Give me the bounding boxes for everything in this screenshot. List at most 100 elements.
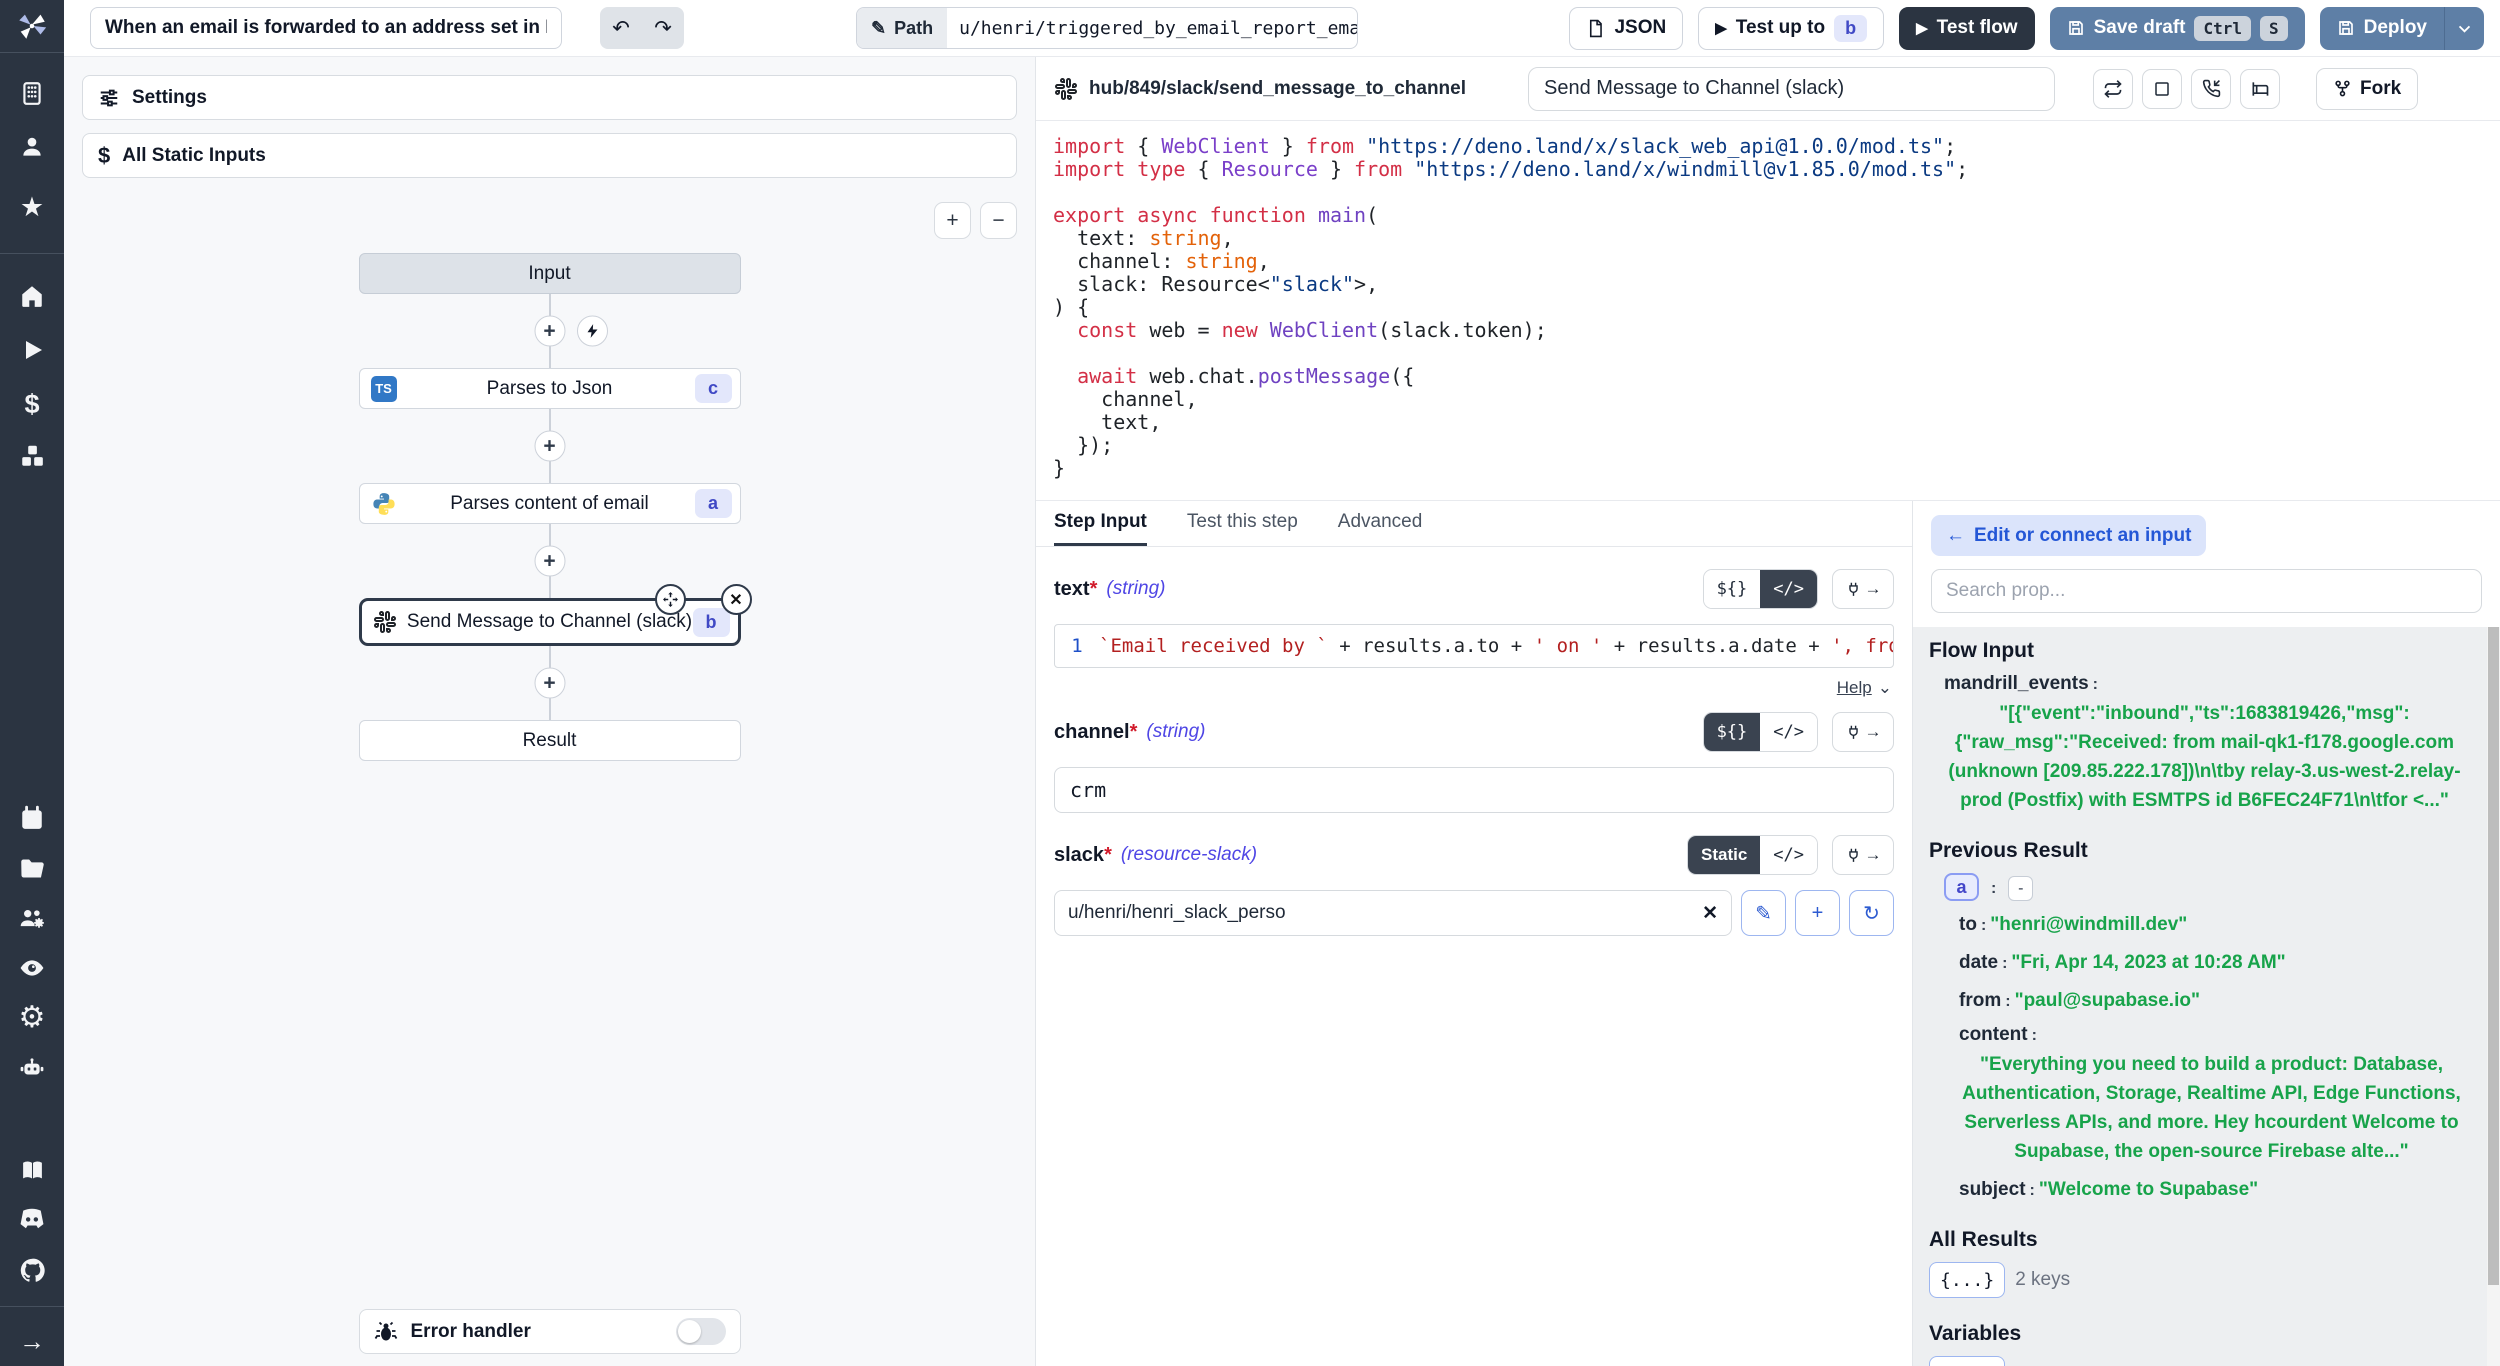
undo-button[interactable]: ↶	[600, 7, 642, 49]
prop-panel-scrollbar[interactable]	[2487, 627, 2500, 1366]
collapse-button[interactable]: -	[2008, 876, 2033, 901]
favorites-star-icon[interactable]: ★	[15, 191, 49, 223]
save-draft-button[interactable]: Save draft Ctrl S	[2050, 7, 2305, 50]
error-handler-bar[interactable]: Error handler	[359, 1309, 741, 1354]
connect-input-button[interactable]: →	[1832, 835, 1894, 875]
path-label: Path	[894, 18, 933, 39]
connector: +	[359, 294, 741, 368]
variables-dollar-icon[interactable]: $	[15, 388, 49, 420]
edit-or-connect-button[interactable]: ← Edit or connect an input	[1931, 515, 2206, 556]
all-results-expand-chip[interactable]: {...}	[1929, 1262, 2005, 1298]
stop-square-button[interactable]	[2142, 69, 2182, 109]
folders-icon[interactable]	[15, 852, 49, 884]
tab-step-input[interactable]: Step Input	[1054, 501, 1147, 546]
connect-input-button[interactable]: →	[1832, 569, 1894, 609]
path-value-input[interactable]: u/henri/triggered_by_email_report_email	[947, 8, 1357, 48]
scrollbar-thumb[interactable]	[2488, 627, 2499, 1285]
code-mode-segment[interactable]: </>	[1760, 713, 1817, 751]
github-icon[interactable]	[15, 1254, 49, 1286]
move-step-handle[interactable]	[655, 584, 686, 615]
json-button[interactable]: JSON	[1569, 7, 1683, 50]
add-step-button[interactable]: +	[534, 668, 565, 699]
resource-picker[interactable]: ✕	[1054, 890, 1732, 936]
discord-icon[interactable]	[15, 1204, 49, 1236]
flow-input-value[interactable]: "[{"event":"inbound","ts":1683819426,"ms…	[1929, 695, 2470, 815]
test-flow-button[interactable]: ▶ Test flow	[1899, 7, 2034, 50]
flow-node-parses-content[interactable]: Parses content of email a	[359, 483, 741, 524]
runs-play-icon[interactable]	[15, 334, 49, 366]
path-edit-button[interactable]: ✎ Path	[857, 8, 947, 48]
result-content-row[interactable]: content :	[1929, 1024, 2470, 1046]
code-mode-segment[interactable]: </>	[1760, 836, 1817, 874]
flow-input-key-row[interactable]: mandrill_events :	[1929, 673, 2470, 695]
redo-button[interactable]: ↷	[642, 7, 684, 49]
flow-title-input[interactable]	[90, 7, 562, 49]
text-expression-editor[interactable]: 1 `Email received by ` + results.a.to + …	[1054, 624, 1894, 668]
template-mode-segment[interactable]: ${}	[1704, 713, 1761, 751]
flow-settings-button[interactable]: Settings	[82, 75, 1017, 120]
result-from-row[interactable]: from : "paul@supabase.io"	[1929, 986, 2470, 1015]
reload-script-button[interactable]	[2093, 69, 2133, 109]
docs-book-icon[interactable]	[15, 1154, 49, 1186]
add-resource-button[interactable]: +	[1795, 890, 1840, 936]
settings-gear-icon[interactable]: ⚙	[15, 1002, 49, 1034]
schedules-calendar-icon[interactable]	[15, 802, 49, 834]
result-subject-row[interactable]: subject : "Welcome to Supabase"	[1929, 1175, 2470, 1204]
code-editor[interactable]: import { WebClient } from "https://deno.…	[1036, 121, 2500, 500]
result-to-row[interactable]: to : "henri@windmill.dev"	[1929, 910, 2470, 939]
audit-eye-icon[interactable]	[15, 952, 49, 984]
tab-advanced[interactable]: Advanced	[1338, 501, 1423, 546]
all-static-inputs-button[interactable]: $ All Static Inputs	[82, 133, 1017, 178]
chevron-down-icon[interactable]	[2456, 20, 2473, 37]
result-a-chip[interactable]: a	[1944, 873, 1979, 901]
colon: :	[1998, 955, 2011, 973]
clear-resource-icon[interactable]: ✕	[1702, 902, 1718, 925]
collapse-arrow-icon[interactable]: →	[15, 1325, 49, 1357]
help-link[interactable]: Help	[1837, 678, 1872, 698]
trigger-bolt-button[interactable]	[577, 316, 608, 347]
slack-resource-input[interactable]	[1068, 902, 1702, 924]
edit-resource-button[interactable]: ✎	[1741, 890, 1786, 936]
refresh-resource-button[interactable]: ↻	[1849, 890, 1894, 936]
step-name-input[interactable]	[1528, 67, 2055, 111]
deploy-button[interactable]: Deploy	[2320, 7, 2484, 50]
channel-value-input[interactable]	[1054, 767, 1894, 813]
search-prop-input[interactable]	[1931, 569, 2482, 613]
fork-button[interactable]: Fork	[2316, 68, 2418, 110]
template-mode-segment[interactable]: ${}	[1704, 570, 1761, 608]
user-icon[interactable]	[15, 131, 49, 163]
delete-step-button[interactable]: ✕	[721, 584, 752, 615]
code-mode-segment[interactable]: </>	[1760, 570, 1817, 608]
error-handler-toggle[interactable]	[676, 1318, 726, 1345]
bed-flag-button[interactable]	[2240, 69, 2280, 109]
add-step-button[interactable]: +	[534, 546, 565, 577]
ai-robot-icon[interactable]	[15, 1052, 49, 1084]
phone-incoming-button[interactable]	[2191, 69, 2231, 109]
connect-input-button[interactable]: →	[1832, 712, 1894, 752]
add-step-button[interactable]: +	[534, 316, 565, 347]
flow-node-parses-to-json[interactable]: TS Parses to Json c	[359, 368, 741, 409]
test-up-to-button[interactable]: ▶ Test up to b	[1698, 7, 1884, 50]
hub-script-path[interactable]: hub/849/slack/send_message_to_channel	[1054, 77, 1466, 101]
workspace-icon[interactable]	[15, 77, 49, 109]
resources-cubes-icon[interactable]	[15, 440, 49, 472]
zoom-out-button[interactable]: −	[980, 202, 1017, 239]
windmill-logo[interactable]	[15, 10, 49, 42]
groups-icon[interactable]	[15, 902, 49, 934]
variables-expand-chip[interactable]: {...}	[1929, 1356, 2005, 1366]
home-icon[interactable]	[15, 280, 49, 312]
save-icon	[2067, 19, 2085, 37]
tab-test-this-step[interactable]: Test this step	[1187, 501, 1298, 546]
required-asterisk: *	[1104, 844, 1112, 867]
add-step-button[interactable]: +	[534, 431, 565, 462]
prop-value: "paul@supabase.io"	[2015, 986, 2200, 1015]
result-date-row[interactable]: date : "Fri, Apr 14, 2023 at 10:28 AM"	[1929, 948, 2470, 977]
flow-node-result[interactable]: Result	[359, 720, 741, 761]
flow-node-input[interactable]: Input	[359, 253, 741, 294]
flow-node-send-message-selected[interactable]: ✕ Send Message to Channel (slack) b	[359, 598, 741, 646]
field-name: slack	[1054, 844, 1104, 867]
result-content-value[interactable]: "Everything you need to build a product:…	[1929, 1046, 2470, 1166]
static-mode-segment[interactable]: Static	[1688, 836, 1760, 874]
zoom-in-button[interactable]: +	[934, 202, 971, 239]
chevron-down-icon[interactable]: ⌄	[1878, 678, 1892, 698]
